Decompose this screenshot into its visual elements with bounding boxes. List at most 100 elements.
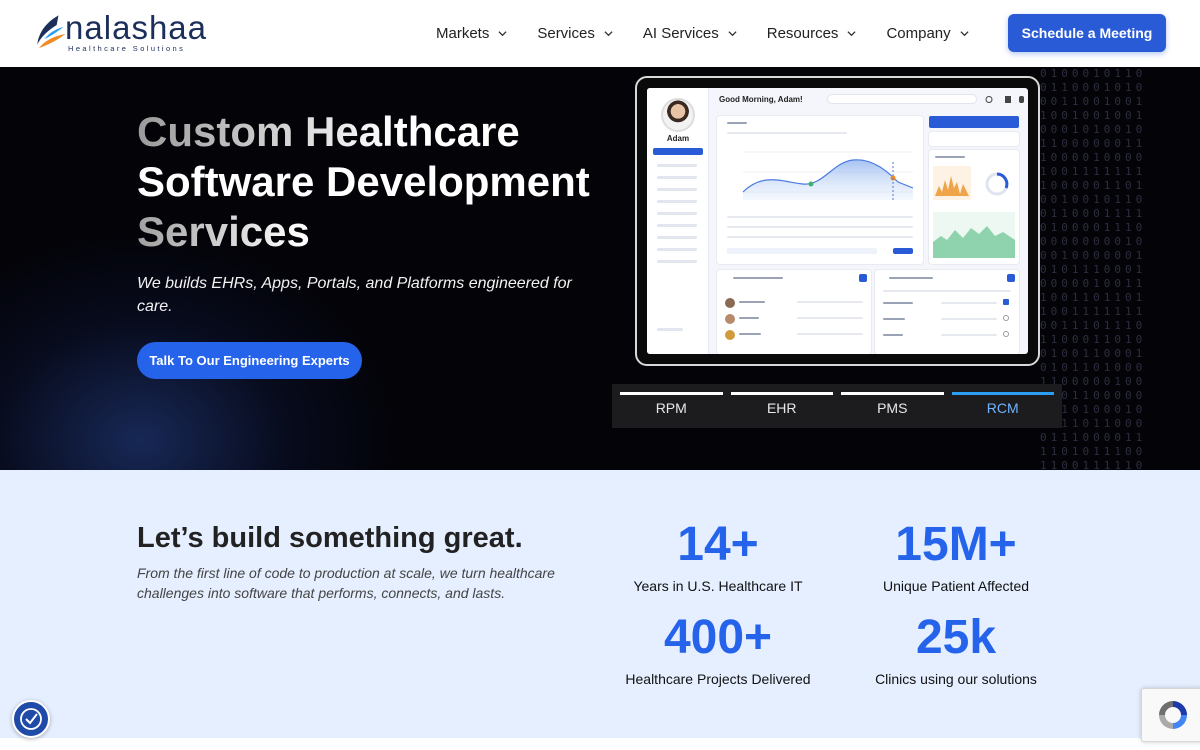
mockup-nav-line	[657, 224, 697, 227]
recaptcha-icon	[1159, 701, 1187, 729]
mockup-today-header	[929, 116, 1019, 128]
accessibility-button[interactable]	[12, 700, 50, 738]
stat-value: 15M+	[895, 518, 1017, 571]
mockup-pressure-chart	[933, 212, 1015, 258]
mockup-search-bar	[827, 94, 977, 104]
mockup-mini-button	[1007, 274, 1015, 282]
mockup-appointments-card	[717, 270, 871, 354]
tab-rpm[interactable]: RPM	[620, 384, 723, 428]
menu-item-label: Markets	[436, 25, 490, 42]
brand-logo[interactable]: nalashaa Healthcare Solutions	[32, 10, 207, 56]
chevron-down-icon	[847, 31, 857, 37]
mockup-user-name: Adam	[666, 134, 690, 143]
mockup-mini-button	[893, 248, 913, 254]
mockup-text-line	[883, 290, 1011, 292]
stat-patients: 15M+ Unique Patient Affected	[826, 518, 1086, 594]
chevron-down-icon	[960, 31, 969, 37]
mockup-glucose-card	[717, 116, 923, 264]
logo-tagline: Healthcare Solutions	[68, 44, 186, 53]
hero-title-line: Software Development	[137, 158, 590, 205]
logo-text: nalashaa Healthcare Solutions	[65, 9, 207, 53]
avatar	[725, 314, 735, 324]
hero-section: 0100010110 0110001010 0011001001 1001001…	[0, 67, 1200, 470]
recaptcha-badge[interactable]	[1141, 688, 1200, 742]
mockup-text-line	[935, 156, 965, 158]
talk-to-experts-button[interactable]: Talk To Our Engineering Experts	[137, 342, 362, 379]
binary-pattern-decoration: 0100010110 0110001010 0011001001 1001001…	[1040, 67, 1147, 470]
chevron-down-icon	[728, 31, 737, 37]
stat-label: Healthcare Projects Delivered	[625, 671, 811, 687]
tab-ehr[interactable]: EHR	[730, 384, 834, 428]
stat-label: Unique Patient Affected	[882, 578, 1030, 594]
top-navigation: nalashaa Healthcare Solutions Markets Se…	[0, 0, 1200, 67]
mockup-text-line	[727, 236, 913, 238]
checkbox-icon	[1003, 315, 1009, 321]
stat-projects: 400+ Healthcare Projects Delivered	[588, 611, 848, 687]
menu-item-services[interactable]: Services	[537, 25, 613, 42]
menu-item-label: AI Services	[642, 25, 719, 42]
mockup-text-line	[797, 301, 863, 303]
page-bottom-strip	[0, 738, 1200, 750]
mockup-text-line	[797, 333, 863, 335]
hero-subtitle: We builds EHRs, Apps, Portals, and Platf…	[137, 275, 572, 315]
stat-clinics: 25k Clinics using our solutions	[826, 611, 1086, 687]
mockup-nav-line	[657, 248, 697, 251]
mockup-text-line	[727, 248, 877, 254]
checkbox-icon	[1003, 331, 1009, 337]
menu-item-resources[interactable]: Resources	[767, 25, 857, 42]
chevron-down-icon	[498, 31, 507, 37]
menu-item-label: Resources	[766, 25, 839, 42]
dashboard-screenshot: Adam Good Morning, Adam!	[647, 88, 1028, 354]
accessibility-icon	[20, 708, 42, 730]
mockup-text-line	[883, 302, 913, 304]
stats-section: Let’s build something great. From the fi…	[0, 470, 1200, 738]
mockup-nav-line	[657, 164, 697, 167]
mockup-text-line	[941, 318, 997, 320]
tab-rcm[interactable]: RCM	[951, 384, 1055, 428]
avatar	[661, 98, 695, 132]
product-tablet-mockup: Adam Good Morning, Adam!	[635, 76, 1040, 366]
menu-item-company[interactable]: Company	[886, 25, 969, 42]
mockup-text-line	[727, 132, 847, 134]
hero-title: Custom Healthcare Software Development S…	[137, 107, 607, 257]
mockup-supplies-card	[875, 270, 1019, 354]
menu-item-label: Company	[886, 25, 951, 42]
mockup-active-nav	[653, 148, 703, 155]
tab-pms[interactable]: PMS	[841, 384, 944, 428]
avatar	[725, 330, 735, 340]
mockup-mini-button	[859, 274, 867, 282]
mockup-toolbar-icons	[985, 96, 1024, 103]
schedule-meeting-button[interactable]: Schedule a Meeting	[1008, 14, 1166, 52]
mockup-text-line	[739, 333, 761, 335]
hero-title-line: Custom Healthcare	[137, 107, 607, 157]
product-tabs: RPM EHR PMS RCM	[612, 384, 1062, 428]
mockup-glucose-chart	[742, 151, 914, 200]
menu-item-ai-services[interactable]: AI Services	[643, 25, 737, 42]
mockup-text-line	[727, 216, 913, 218]
stats-subtitle: From the first line of code to productio…	[137, 565, 555, 601]
mockup-text-line	[941, 334, 997, 336]
mockup-greeting: Good Morning, Adam!	[719, 95, 803, 104]
mockup-text-line	[889, 277, 933, 279]
mockup-nav-line	[657, 236, 697, 239]
stat-label: Years in U.S. Healthcare IT	[633, 578, 803, 594]
menu-item-label: Services	[537, 25, 595, 42]
mockup-text-line	[739, 301, 765, 303]
checkbox-icon	[1003, 299, 1009, 305]
mockup-nav-line	[657, 328, 683, 331]
mockup-text-line	[797, 317, 863, 319]
mockup-text-line	[727, 226, 913, 228]
hero-title-line: Services	[137, 207, 607, 257]
stat-years: 14+ Years in U.S. Healthcare IT	[588, 518, 848, 594]
mockup-text-line	[941, 302, 997, 304]
stat-label: Clinics using our solutions	[875, 671, 1037, 687]
logo-wordmark: nalashaa	[65, 9, 207, 46]
logo-mark-icon	[37, 15, 66, 48]
mockup-text-line	[733, 277, 783, 279]
mockup-text-line	[727, 122, 747, 124]
mockup-text-line	[883, 334, 903, 336]
mockup-nav-line	[657, 260, 697, 263]
menu-item-markets[interactable]: Markets	[436, 25, 507, 42]
stats-title: Let’s build something great.	[137, 522, 523, 554]
avatar	[725, 298, 735, 308]
